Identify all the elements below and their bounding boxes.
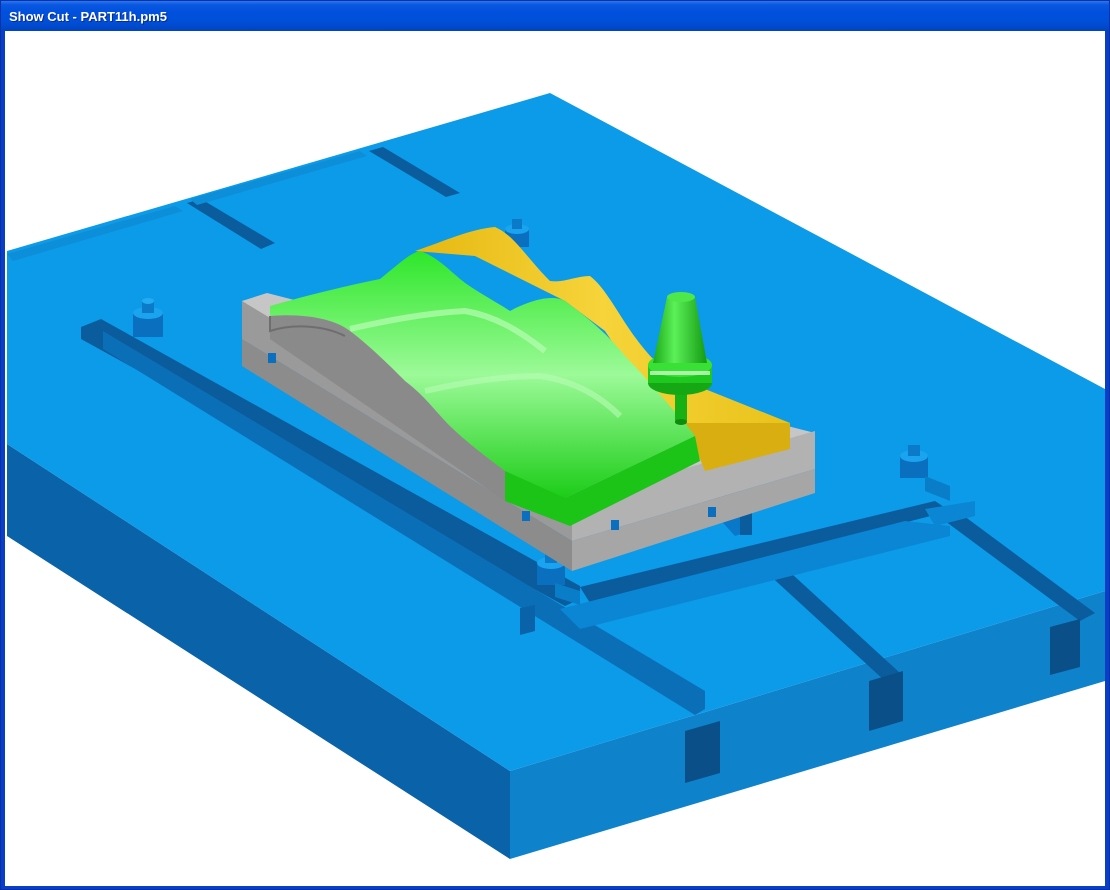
show-cut-window: Show Cut - PART11h.pm5 [0, 0, 1110, 890]
window-title: Show Cut - PART11h.pm5 [9, 9, 167, 24]
3d-viewport[interactable] [5, 31, 1105, 886]
title-bar[interactable]: Show Cut - PART11h.pm5 [1, 1, 1109, 31]
simulation-scene [7, 93, 1105, 859]
